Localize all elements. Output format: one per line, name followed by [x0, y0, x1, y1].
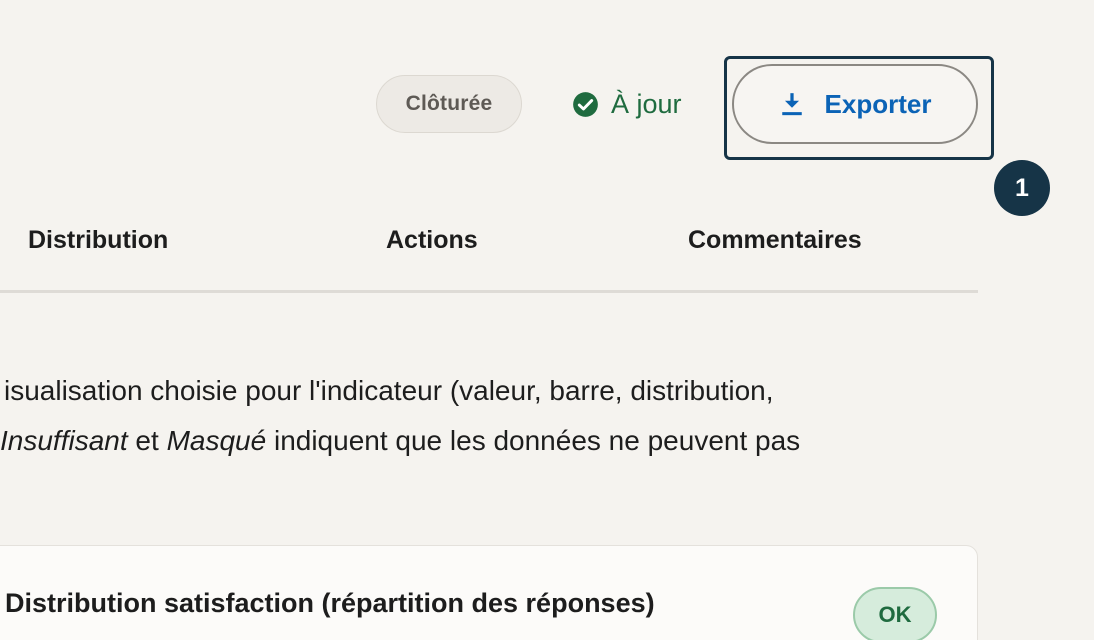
- download-icon: [779, 91, 805, 117]
- check-circle-icon: [572, 91, 599, 118]
- tab-distribution[interactable]: Distribution: [28, 226, 168, 255]
- tab-actions[interactable]: Actions: [386, 226, 478, 255]
- tab-bar: Distribution Actions Commentaires: [0, 216, 978, 293]
- export-button-label: Exporter: [824, 88, 932, 119]
- description-connector: et: [127, 425, 167, 456]
- term-masked: Masqué: [166, 425, 267, 456]
- description-text: isualisation choisie pour l'indicateur (…: [0, 366, 1000, 466]
- term-insufficient: Insuffisant: [0, 425, 128, 456]
- description-line-1: isualisation choisie pour l'indicateur (…: [4, 375, 774, 406]
- sync-status-label: À jour: [611, 88, 682, 119]
- export-button[interactable]: Exporter: [732, 64, 978, 144]
- tab-comments[interactable]: Commentaires: [688, 226, 862, 255]
- indicator-card: Distribution satisfaction (répartition d…: [0, 545, 978, 640]
- card-title: Distribution satisfaction (répartition d…: [5, 588, 655, 618]
- description-line-2-rest: indiquent que les données ne peuvent pas: [266, 425, 801, 456]
- status-badge-ok: OK: [853, 587, 937, 640]
- step-marker: 1: [994, 160, 1050, 216]
- status-badge-closed: Clôturée: [376, 75, 522, 133]
- sync-status: À jour: [572, 84, 682, 124]
- description-line-2: Insuffisant et Masqué indiquent que les …: [0, 416, 1000, 466]
